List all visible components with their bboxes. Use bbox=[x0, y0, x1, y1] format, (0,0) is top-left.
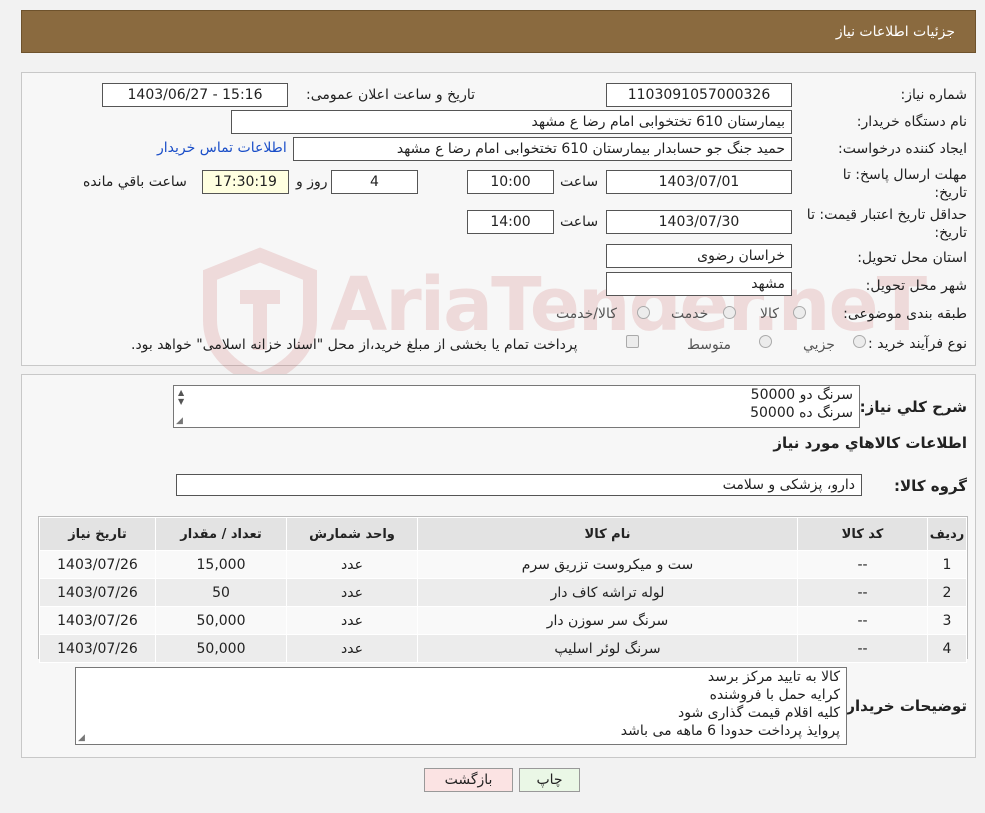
item-unit: عدد bbox=[286, 634, 418, 663]
announce-datetime-field: 1403/06/27 - 15:16 bbox=[102, 83, 288, 107]
city-label: شهر محل تحویل: bbox=[865, 278, 967, 294]
items-table-wrapper: ردیف کد کالا نام کالا واحد شمارش تعداد /… bbox=[38, 516, 968, 663]
column-header-unit: واحد شمارش bbox=[286, 517, 418, 551]
item-quantity: 50,000 bbox=[155, 606, 287, 635]
need-summary-label: شرح کلي نياز: bbox=[859, 398, 967, 416]
summary-scroll-arrows[interactable]: ▲ ▼ bbox=[178, 388, 184, 406]
buyer-org-label: نام دستگاه خریدار: bbox=[856, 114, 967, 130]
category-label: طبقه بندی موضوعی: bbox=[843, 306, 967, 322]
item-unit: عدد bbox=[286, 578, 418, 607]
price-validity-time-field: 14:00 bbox=[467, 210, 554, 234]
resize-grip-icon[interactable]: ◢ bbox=[176, 416, 186, 426]
category-option-goods: کالا bbox=[760, 306, 779, 322]
price-validity-label: حداقل تاریخ اعتبار قیمت: تا تاریخ: bbox=[806, 207, 967, 241]
column-header-quantity: تعداد / مقدار bbox=[155, 517, 287, 551]
category-option-goods-service: کالا/خدمت bbox=[556, 306, 617, 322]
buyer-org-field: بیمارستان 610 تختخوابی امام رضا ع مشهد bbox=[231, 110, 792, 134]
buyer-notes-textarea[interactable]: کالا به تایید مرکز برسد کرایه حمل با فرو… bbox=[75, 667, 847, 745]
items-table: ردیف کد کالا نام کالا واحد شمارش تعداد /… bbox=[39, 517, 967, 663]
column-header-need-date: تاریخ نیاز bbox=[39, 517, 156, 551]
price-validity-date-field: 1403/07/30 bbox=[606, 210, 792, 234]
item-name: لوله تراشه کاف دار bbox=[417, 578, 798, 607]
item-name: سرنگ سر سوزن دار bbox=[417, 606, 798, 635]
buyer-contact-link[interactable]: اطلاعات تماس خریدار bbox=[157, 140, 287, 156]
need-number-field: 1103091057000326 bbox=[606, 83, 792, 107]
process-radio-medium[interactable] bbox=[759, 335, 772, 348]
announce-datetime-label: تاریخ و ساعت اعلان عمومی: bbox=[306, 87, 475, 103]
item-need-date: 1403/07/26 bbox=[39, 578, 156, 607]
remaining-time-word: ساعت باقي مانده bbox=[83, 174, 187, 190]
days-remaining-field: 4 bbox=[331, 170, 418, 194]
need-number-label: شماره نیاز: bbox=[900, 87, 968, 103]
category-radio-goods[interactable] bbox=[793, 306, 806, 319]
item-need-date: 1403/07/26 bbox=[39, 634, 156, 663]
item-unit: عدد bbox=[286, 550, 418, 579]
treasury-note: پرداخت تمام یا بخشی از مبلغ خرید،از محل … bbox=[131, 337, 578, 353]
item-need-date: 1403/07/26 bbox=[39, 550, 156, 579]
deadline-date-field: 1403/07/01 bbox=[606, 170, 792, 194]
goods-group-label: گروه کالا: bbox=[894, 477, 967, 495]
buyer-notes-label: توضیحات خریدار: bbox=[840, 697, 967, 715]
resize-grip-icon[interactable]: ◢ bbox=[78, 733, 88, 743]
back-button[interactable]: بازگشت bbox=[424, 768, 513, 792]
item-code: -- bbox=[797, 606, 928, 635]
city-field: مشهد bbox=[606, 272, 792, 296]
item-name: سرنگ لوئر اسلیپ bbox=[417, 634, 798, 663]
process-option-minor: جزیي bbox=[803, 337, 835, 353]
category-option-service: خدمت bbox=[671, 306, 709, 322]
need-summary-line-1: سرنگ دو 50000 bbox=[750, 387, 853, 403]
table-row: 2 -- لوله تراشه کاف دار عدد 50 1403/07/2… bbox=[39, 578, 967, 607]
item-quantity: 50 bbox=[155, 578, 287, 607]
table-row: 1 -- ست و میکروست تزریق سرم عدد 15,000 1… bbox=[39, 550, 967, 579]
watermark-logo bbox=[195, 245, 325, 388]
page-header: جزئیات اطلاعات نیاز bbox=[21, 10, 976, 53]
print-button[interactable]: چاپ bbox=[519, 768, 580, 792]
days-word: روز و bbox=[296, 174, 328, 190]
item-code: -- bbox=[797, 634, 928, 663]
table-header-row: ردیف کد کالا نام کالا واحد شمارش تعداد /… bbox=[39, 517, 967, 551]
process-radio-minor[interactable] bbox=[853, 335, 866, 348]
deadline-time-field: 10:00 bbox=[467, 170, 554, 194]
category-radio-goods-service[interactable] bbox=[637, 306, 650, 319]
row-number: 1 bbox=[927, 550, 967, 579]
item-name: ست و میکروست تزریق سرم bbox=[417, 550, 798, 579]
item-code: -- bbox=[797, 550, 928, 579]
table-row: 3 -- سرنگ سر سوزن دار عدد 50,000 1403/07… bbox=[39, 606, 967, 635]
item-quantity: 15,000 bbox=[155, 550, 287, 579]
item-need-date: 1403/07/26 bbox=[39, 606, 156, 635]
need-summary-textarea[interactable]: سرنگ دو 50000 سرنگ ده 50000 ▲ ▼ ◢ bbox=[173, 385, 860, 428]
row-number: 3 bbox=[927, 606, 967, 635]
category-radio-service[interactable] bbox=[723, 306, 736, 319]
buyer-note-line-1: کالا به تایید مرکز برسد bbox=[707, 669, 840, 685]
row-number: 2 bbox=[927, 578, 967, 607]
goods-group-field: دارو، پزشکی و سلامت bbox=[176, 474, 862, 496]
buyer-note-line-3: کلیه اقلام قیمت گذاری شود bbox=[677, 705, 840, 721]
need-summary-line-2: سرنگ ده 50000 bbox=[750, 405, 853, 421]
item-quantity: 50,000 bbox=[155, 634, 287, 663]
process-type-label: نوع فرآیند خرید : bbox=[868, 336, 967, 352]
process-option-medium: متوسط bbox=[687, 337, 731, 353]
province-label: استان محل تحویل: bbox=[857, 250, 967, 266]
process-checkbox-treasury[interactable] bbox=[626, 335, 639, 348]
table-row: 4 -- سرنگ لوئر اسلیپ عدد 50,000 1403/07/… bbox=[39, 634, 967, 663]
page-title: جزئیات اطلاعات نیاز bbox=[835, 24, 955, 40]
buyer-note-line-4: پروایذ پرداخت حدودا 6 ماهه می باشد bbox=[620, 723, 840, 739]
requester-field: حمید جنگ جو حسابدار بیمارستان 610 تختخوا… bbox=[293, 137, 792, 161]
goods-info-title: اطلاعات کالاهاي مورد نياز bbox=[773, 434, 967, 452]
deadline-label: مهلت ارسال پاسخ: تا تاریخ: bbox=[842, 167, 967, 201]
row-number: 4 bbox=[927, 634, 967, 663]
item-code: -- bbox=[797, 578, 928, 607]
price-validity-time-word: ساعت bbox=[560, 214, 599, 230]
remaining-time-field: 17:30:19 bbox=[202, 170, 289, 194]
requester-label: ایجاد کننده درخواست: bbox=[838, 141, 967, 157]
column-header-row-number: ردیف bbox=[927, 517, 967, 551]
item-unit: عدد bbox=[286, 606, 418, 635]
province-field: خراسان رضوی bbox=[606, 244, 792, 268]
deadline-time-word: ساعت bbox=[560, 174, 599, 190]
buyer-note-line-2: کرایه حمل با فروشنده bbox=[709, 687, 840, 703]
column-header-code: کد کالا bbox=[797, 517, 928, 551]
column-header-name: نام کالا bbox=[417, 517, 798, 551]
